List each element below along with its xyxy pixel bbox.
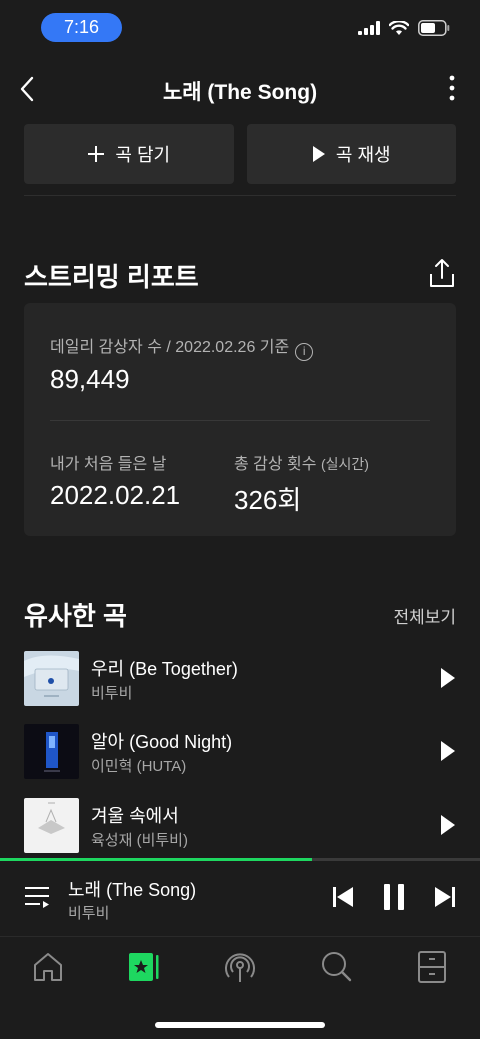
next-track-icon[interactable] xyxy=(434,885,456,909)
see-all-link[interactable]: 전체보기 xyxy=(393,603,456,628)
more-vertical-icon xyxy=(449,75,455,101)
battery-icon xyxy=(418,20,450,36)
play-icon[interactable] xyxy=(440,814,456,836)
home-icon[interactable] xyxy=(30,949,66,985)
info-icon[interactable]: i xyxy=(295,343,314,361)
share-button[interactable] xyxy=(428,258,456,290)
nav-header: 노래 (The Song) xyxy=(0,62,480,116)
first-listen-value: 2022.02.21 xyxy=(50,480,181,510)
action-row: 곡 담기 곡 재생 xyxy=(24,124,456,184)
track-title: 알아 (Good Night) xyxy=(91,732,233,752)
home-indicator xyxy=(155,1022,325,1028)
add-song-button[interactable]: 곡 담기 xyxy=(24,124,234,184)
play-icon xyxy=(312,146,325,162)
report-section-title: 스트리밍 리포트 xyxy=(24,262,199,292)
play-icon[interactable] xyxy=(440,740,456,762)
mini-player[interactable]: 노래 (The Song) 비투비 xyxy=(0,858,480,936)
track-artist: 육성재 (비투비) xyxy=(91,832,188,849)
total-plays-value: 326회 xyxy=(234,485,302,515)
pause-icon[interactable] xyxy=(383,883,405,911)
share-icon xyxy=(430,259,454,287)
similar-section-title: 유사한 곡 xyxy=(24,601,127,631)
total-plays-sublabel: (실시간) xyxy=(320,456,369,472)
track-title: 겨울 속에서 xyxy=(91,806,179,826)
now-playing-title: 노래 (The Song) xyxy=(68,880,197,900)
play-icon[interactable] xyxy=(440,667,456,689)
daily-listeners-label: 데일리 감상자 수 / 2022.02.26 기준 xyxy=(50,339,290,356)
total-plays-label: 총 감상 횟수 xyxy=(234,456,317,473)
track-artist: 이민혁 (HUTA) xyxy=(91,758,187,775)
storage-icon[interactable] xyxy=(414,949,450,985)
play-song-label: 곡 재생 xyxy=(335,145,391,165)
divider xyxy=(24,195,456,196)
card-divider xyxy=(50,420,430,421)
status-bar: 7:16 xyxy=(0,0,480,54)
search-icon[interactable] xyxy=(318,949,354,985)
album-art xyxy=(24,724,79,779)
track-title: 우리 (Be Together) xyxy=(91,659,238,679)
daily-listeners-value: 89,449 xyxy=(50,364,130,394)
playback-progress xyxy=(0,858,480,861)
track-row[interactable]: 겨울 속에서 육성재 (비투비) xyxy=(24,798,456,854)
streaming-report-card: 데일리 감상자 수 / 2022.02.26 기준 i 89,449 내가 처음 … xyxy=(24,303,456,536)
track-artist: 비투비 xyxy=(91,685,133,702)
tab-bar xyxy=(0,936,480,1039)
status-time: 7:16 xyxy=(41,13,122,42)
track-row[interactable]: 알아 (Good Night) 이민혁 (HUTA) xyxy=(24,724,456,780)
playback-progress-fill xyxy=(0,858,312,861)
track-row[interactable]: 우리 (Be Together) 비투비 xyxy=(24,651,456,707)
first-listen-label: 내가 처음 들은 날 xyxy=(50,456,167,473)
page-title: 노래 (The Song) xyxy=(162,81,318,104)
wifi-icon xyxy=(389,20,409,35)
cellular-signal-icon xyxy=(358,21,380,35)
album-art xyxy=(24,651,79,706)
now-playing-artist: 비투비 xyxy=(68,905,110,922)
more-options-button[interactable] xyxy=(440,72,464,106)
library-starred-icon[interactable] xyxy=(126,949,162,985)
album-art xyxy=(24,798,79,853)
playlist-queue-icon[interactable] xyxy=(24,884,50,910)
add-song-label: 곡 담기 xyxy=(115,145,171,165)
plus-icon xyxy=(88,146,105,162)
play-song-button[interactable]: 곡 재생 xyxy=(246,124,456,184)
previous-track-icon[interactable] xyxy=(332,885,354,909)
podcast-icon[interactable] xyxy=(222,949,258,985)
